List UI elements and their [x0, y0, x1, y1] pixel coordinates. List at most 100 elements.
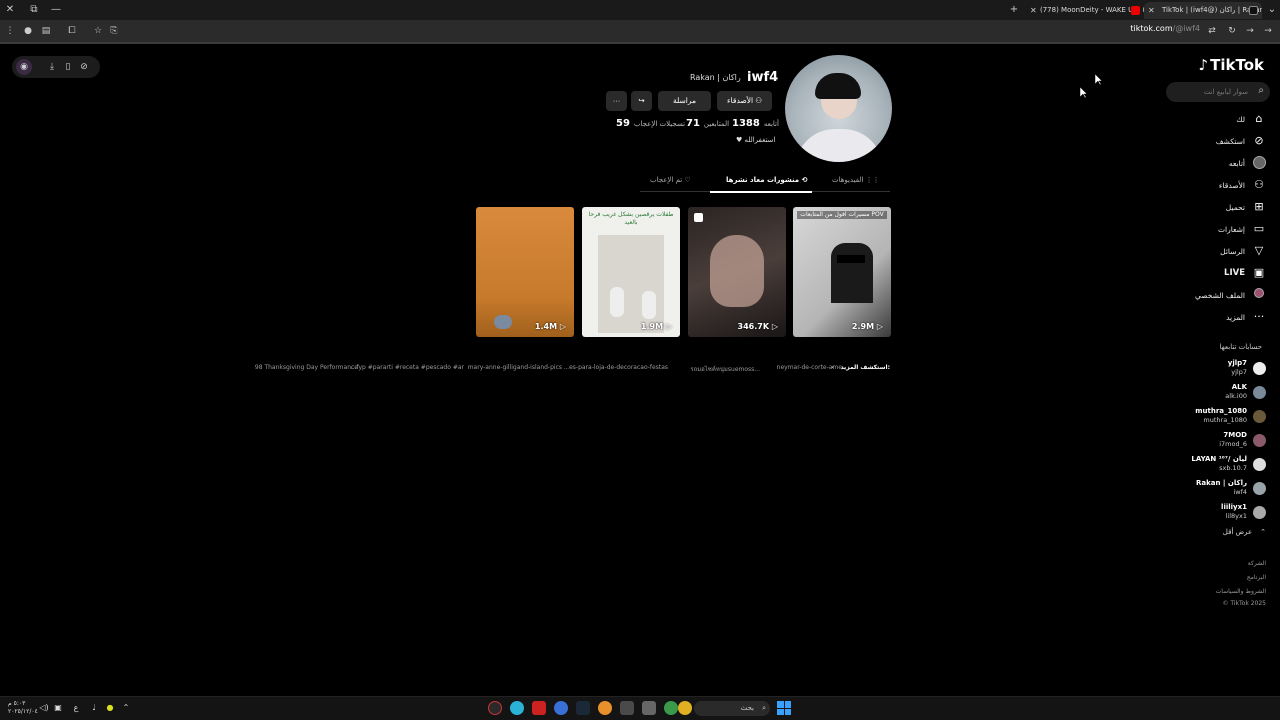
tab-liked[interactable]: تم الإعجاب ♡: [650, 176, 691, 184]
avatar: [1253, 457, 1266, 471]
footer-program-link[interactable]: البرنامج: [1247, 574, 1266, 581]
view-count: 1.9M ▷: [640, 322, 672, 331]
windows-start-icon[interactable]: [777, 701, 791, 715]
nav-friends[interactable]: الأصدقاء ⚇: [1166, 176, 1266, 194]
explore-chip[interactable]: neymar-de-corte-ame: [777, 364, 842, 371]
menu-icon[interactable]: ⋮: [2, 23, 18, 39]
restore-window-icon[interactable]: ⧉: [26, 2, 42, 18]
nav-notifications[interactable]: إشعارات ▭: [1166, 220, 1266, 238]
chevron-up-icon[interactable]: ⌃: [120, 702, 132, 714]
volume-icon[interactable]: ◁): [38, 702, 50, 714]
tab-tiktok[interactable]: ✕ TikTok | (iwf4@) راكان | Rakan: [1144, 2, 1262, 19]
tab-reposts[interactable]: منشورات معاد نشرها ⟲: [726, 176, 807, 184]
firefox-icon[interactable]: [598, 701, 612, 715]
followers-count[interactable]: 71 المتابعين: [686, 118, 729, 130]
share-button[interactable]: ↪: [631, 91, 652, 111]
profile-display-name: Rakan | راكان: [690, 73, 741, 82]
following-account[interactable]: yjlp7 yjlp7: [1166, 358, 1266, 378]
app-icon[interactable]: [678, 701, 692, 715]
search-bar[interactable]: ⌕: [1166, 82, 1270, 102]
address-bar[interactable]: tiktok.com/@iwf4: [1130, 24, 1200, 33]
explore-chip[interactable]: ...es-para-loja-de-decoracao-festas: [563, 364, 668, 371]
logo-text: TikTok: [1210, 56, 1264, 74]
nav-profile[interactable]: الملف الشخصي: [1166, 286, 1266, 304]
video-thumbnail[interactable]: مسيرات افول من المتابعات POV 2.9M ▷: [793, 207, 891, 337]
video-thumbnail[interactable]: 346.7K ▷: [688, 207, 786, 337]
site-settings-icon[interactable]: ⇄: [1204, 23, 1220, 39]
nav-for-you[interactable]: لك ⌂: [1166, 110, 1266, 128]
liked-icon: ♡: [684, 176, 691, 184]
taskbar-search[interactable]: بحث ⌕: [694, 701, 770, 716]
explore-chip[interactable]: รถมอไซค์หนุ่มsuemoss...: [690, 364, 760, 374]
bookmark-star-icon[interactable]: ☆: [90, 23, 106, 39]
friends-button-label: الأصدقاء: [727, 96, 754, 105]
edge-icon[interactable]: [510, 701, 524, 715]
video-thumbnail[interactable]: طفلات يرقصين بشكل غريب فرحا بالعيد 1.9M …: [582, 207, 680, 337]
close-tab-icon[interactable]: ✕: [1030, 2, 1037, 19]
more-options-button[interactable]: ···: [606, 91, 627, 111]
forward-icon[interactable]: →: [1242, 23, 1258, 39]
footer-company-link[interactable]: الشركة: [1248, 560, 1266, 567]
following-count[interactable]: 1388 أتابعه: [732, 118, 779, 130]
minimize-window-icon[interactable]: —: [48, 2, 64, 18]
stat-number: 1388: [732, 118, 760, 129]
app-icon[interactable]: [554, 701, 568, 715]
app-tray-icon[interactable]: ●: [104, 702, 116, 714]
tab-youtube[interactable]: ✕ (778) MoonDeity - WAKE UP! (: [1026, 2, 1144, 19]
avatar-icon[interactable]: ◉: [16, 59, 32, 75]
close-window-icon[interactable]: ✕: [2, 2, 18, 18]
explore-chip[interactable]: mary-anne-gilligand-island-pics: [468, 364, 562, 371]
friends-button[interactable]: الأصدقاء ⚇: [717, 91, 772, 111]
tab-label: الفيديوهات: [832, 176, 864, 184]
clock-time: ٥:٠٣ م: [8, 700, 26, 707]
search-icon[interactable]: ⌕: [1258, 85, 1264, 96]
install-app-icon[interactable]: ⎘: [106, 23, 122, 39]
avatar-shirt: [795, 129, 883, 162]
close-tab-icon[interactable]: ✕: [1148, 2, 1155, 19]
footer-terms-link[interactable]: الشروط والسياسات: [1216, 588, 1266, 595]
back-icon[interactable]: →: [1260, 23, 1276, 39]
clock[interactable]: ٥:٠٣ م ٢٠٢٥/١٢/٠٤: [8, 700, 38, 716]
nav-more[interactable]: المزيد ···: [1166, 308, 1266, 326]
download-icon[interactable]: ⤓: [44, 59, 60, 75]
chrome-icon[interactable]: [664, 701, 678, 715]
nav-live[interactable]: LIVE ▣: [1166, 264, 1266, 282]
account-username: sxb.10.7: [1219, 464, 1247, 472]
tiktok-logo[interactable]: ♪ TikTok: [1199, 56, 1264, 74]
phone-icon[interactable]: ▯: [60, 59, 76, 75]
new-tab-button[interactable]: +: [1006, 2, 1022, 18]
language-indicator[interactable]: ع: [70, 702, 82, 714]
nav-explore[interactable]: استكشف ⊘: [1166, 132, 1266, 150]
app-icon[interactable]: [488, 701, 502, 715]
video-thumbnail[interactable]: 1.4M ▷: [476, 207, 574, 337]
message-button[interactable]: مراسلة: [658, 91, 711, 111]
microphone-icon[interactable]: ♩: [88, 702, 100, 714]
file-explorer-icon[interactable]: [642, 701, 656, 715]
nav-following[interactable]: أتابعه: [1166, 154, 1266, 172]
extensions-puzzle-icon[interactable]: ⧠: [64, 23, 80, 39]
following-account[interactable]: Rakan | راكان iwf4: [1166, 478, 1266, 498]
network-icon[interactable]: ▣: [52, 702, 64, 714]
tab-search-icon[interactable]: ⌄: [1264, 2, 1280, 18]
app-icon[interactable]: [620, 701, 634, 715]
tab-videos[interactable]: الفيديوهات ⋮⋮: [832, 176, 880, 184]
nav-messages[interactable]: الرسائل ▽: [1166, 242, 1266, 260]
calendar-icon[interactable]: [532, 701, 546, 715]
nav-upload[interactable]: تحميل ⊞: [1166, 198, 1266, 216]
reload-icon[interactable]: ↻: [1224, 23, 1240, 39]
profile-icon[interactable]: ●: [20, 23, 36, 39]
following-account[interactable]: liiliyx1 lil8yx1: [1166, 502, 1266, 522]
following-account[interactable]: ALK alk.i00: [1166, 382, 1266, 402]
following-account[interactable]: 7MOD i7mod_6: [1166, 430, 1266, 450]
explore-chip[interactable]: 98 Thanksgiving Day Performance: [255, 364, 358, 371]
compass-icon[interactable]: ⊘: [76, 59, 92, 75]
extension-icon[interactable]: ▤: [38, 23, 54, 39]
following-account[interactable]: LAYAN ¹⁰⁷/ ليان sxb.10.7: [1166, 454, 1266, 474]
search-input[interactable]: [1172, 85, 1248, 99]
stat-label: أتابعه: [763, 120, 779, 128]
profile-avatar[interactable]: [785, 55, 892, 162]
steam-icon[interactable]: [576, 701, 590, 715]
following-account[interactable]: muthra_1080 muthra_1080: [1166, 406, 1266, 426]
explore-chip[interactable]: ...fyp #pararti #receta #pescado #ar: [351, 364, 464, 371]
show-less-button[interactable]: عرض أقل ⌃: [1223, 528, 1266, 536]
